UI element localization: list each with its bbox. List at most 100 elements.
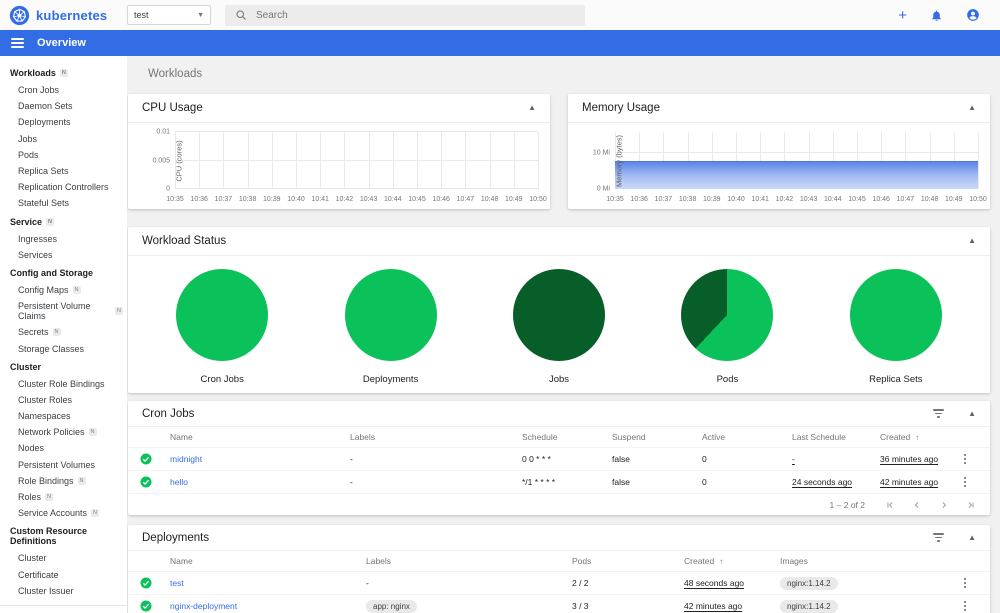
top-header: kubernetes test ▼ + (0, 0, 1000, 30)
sidebar-item-network-policies[interactable]: Network Policies N (0, 424, 127, 440)
kubernetes-logo[interactable]: kubernetes (0, 5, 127, 26)
resource-name-link[interactable]: nginx-deployment (170, 601, 237, 611)
header-actions: + (898, 8, 1000, 23)
collapse-icon[interactable]: ▲ (968, 533, 976, 542)
sidebar-section-workloads[interactable]: Workloads N (0, 63, 127, 82)
namespaced-badge: N (77, 476, 86, 485)
sidebar-item-secrets[interactable]: Secrets N (0, 324, 127, 340)
kebab-menu-icon[interactable] (950, 600, 980, 612)
sidebar-item-nodes[interactable]: Nodes (0, 440, 127, 456)
resource-name-link[interactable]: hello (170, 477, 188, 487)
namespace-select[interactable]: test ▼ (127, 5, 211, 25)
sidebar-item-cron-jobs[interactable]: Cron Jobs (0, 82, 127, 98)
gridline (513, 132, 515, 189)
table-cell: false (612, 477, 630, 487)
sidebar-section-config-and-storage[interactable]: Config and Storage (0, 263, 127, 282)
pie-label: Cron Jobs (200, 374, 244, 385)
gridline (296, 132, 297, 189)
resource-name-link[interactable]: midnight (170, 454, 202, 464)
search-input[interactable] (256, 9, 575, 21)
column-header-last-schedule[interactable]: Last Schedule (792, 432, 880, 442)
column-header-name[interactable]: Name (170, 432, 350, 442)
pie-chart[interactable] (681, 269, 774, 361)
x-tick-label: 10:36 (190, 196, 208, 203)
pie-label: Jobs (548, 374, 570, 385)
kebab-menu-icon[interactable] (950, 476, 980, 488)
sidebar-item-role-bindings[interactable]: Role Bindings N (0, 473, 127, 489)
last-page-icon[interactable] (966, 500, 976, 510)
sidebar-item-roles[interactable]: Roles N (0, 489, 127, 505)
collapse-icon[interactable]: ▲ (528, 104, 536, 112)
gridline (175, 131, 538, 132)
sidebar-item-service-accounts[interactable]: Service Accounts N (0, 505, 127, 521)
column-header-pods[interactable]: Pods (572, 556, 684, 566)
gridline (489, 132, 491, 189)
create-resource-button[interactable]: + (898, 8, 907, 23)
sidebar-item-certificate[interactable]: Certificate (0, 567, 127, 583)
first-page-icon[interactable] (885, 500, 895, 510)
pie-chart[interactable] (513, 269, 606, 361)
sort-asc-icon: ↑ (915, 433, 920, 442)
sidebar-item-pods[interactable]: Pods (0, 147, 127, 163)
x-tick-label: 10:40 (727, 196, 745, 203)
resource-name-link[interactable]: test (170, 578, 184, 588)
column-header-created[interactable]: Created ↑ (684, 556, 780, 566)
column-header-labels[interactable]: Labels (350, 432, 522, 442)
column-header-images[interactable]: Images (780, 556, 950, 566)
pie-label: Replica Sets (869, 374, 923, 385)
kebab-menu-icon[interactable] (950, 577, 980, 589)
sidebar-section-service[interactable]: Service N (0, 212, 127, 231)
sidebar-section-cluster[interactable]: Cluster (0, 357, 127, 376)
column-header-labels[interactable]: Labels (366, 556, 572, 566)
sidebar-section-custom-resource-definitions[interactable]: Custom Resource Definitions (0, 521, 127, 550)
x-tick-label: 10:35 (606, 196, 624, 203)
logo-text: kubernetes (36, 7, 108, 23)
collapse-icon[interactable]: ▲ (968, 104, 976, 112)
column-header-created[interactable]: Created ↑ (880, 432, 950, 442)
search-bar[interactable] (225, 4, 585, 26)
sidebar-item-config-maps[interactable]: Config Maps N (0, 282, 127, 298)
sidebar-item-replication-controllers[interactable]: Replication Controllers (0, 179, 127, 195)
x-tick-label: 10:46 (432, 196, 450, 203)
column-header-schedule[interactable]: Schedule (522, 432, 612, 442)
column-header-name[interactable]: Name (170, 556, 366, 566)
sidebar-item-daemon-sets[interactable]: Daemon Sets (0, 98, 127, 114)
menu-icon[interactable] (11, 37, 24, 49)
sidebar-item-cluster-role-bindings[interactable]: Cluster Role Bindings (0, 376, 127, 392)
sidebar-item-deployments[interactable]: Deployments (0, 114, 127, 130)
sidebar-item-persistent-volume-claims[interactable]: Persistent Volume Claims N (0, 298, 127, 324)
status-ok-icon (140, 453, 170, 465)
status-ok-icon (140, 476, 170, 488)
sidebar-item-cluster-issuer[interactable]: Cluster Issuer (0, 583, 127, 599)
sidebar-item-namespaces[interactable]: Namespaces (0, 408, 127, 424)
pie-chart[interactable] (344, 269, 437, 361)
filter-icon[interactable] (933, 533, 945, 542)
sidebar-item-persistent-volumes[interactable]: Persistent Volumes (0, 457, 127, 473)
sidebar-item-storage-classes[interactable]: Storage Classes (0, 340, 127, 356)
account-icon[interactable] (966, 8, 980, 22)
sidebar-item-cluster-roles[interactable]: Cluster Roles (0, 392, 127, 408)
pie-chart[interactable] (176, 269, 269, 361)
previous-page-icon[interactable] (912, 500, 922, 510)
collapse-icon[interactable]: ▲ (968, 409, 976, 418)
gridline (247, 132, 249, 189)
pie-chart[interactable] (849, 269, 942, 361)
sidebar-item-ingresses[interactable]: Ingresses (0, 231, 127, 247)
notifications-bell-icon[interactable] (930, 9, 943, 22)
memory-usage-title: Memory Usage (582, 102, 660, 114)
kebab-menu-icon[interactable] (950, 453, 980, 465)
sidebar-item-replica-sets[interactable]: Replica Sets (0, 163, 127, 179)
status-ok-icon (140, 577, 170, 589)
sidebar-item-services[interactable]: Services (0, 247, 127, 263)
table-cell: */1 * * * * (522, 477, 556, 487)
sidebar-item-jobs[interactable]: Jobs (0, 131, 127, 147)
sidebar-item-stateful-sets[interactable]: Stateful Sets (0, 195, 127, 211)
column-header-active[interactable]: Active (702, 432, 792, 442)
sidebar-item-cluster[interactable]: Cluster (0, 550, 127, 566)
filter-icon[interactable] (933, 409, 945, 418)
column-header-suspend[interactable]: Suspend (612, 432, 702, 442)
workload-pie-deployments: Deployments (306, 269, 474, 385)
next-page-icon[interactable] (939, 500, 949, 510)
status-ok-icon (140, 600, 170, 612)
collapse-icon[interactable]: ▲ (968, 237, 976, 245)
